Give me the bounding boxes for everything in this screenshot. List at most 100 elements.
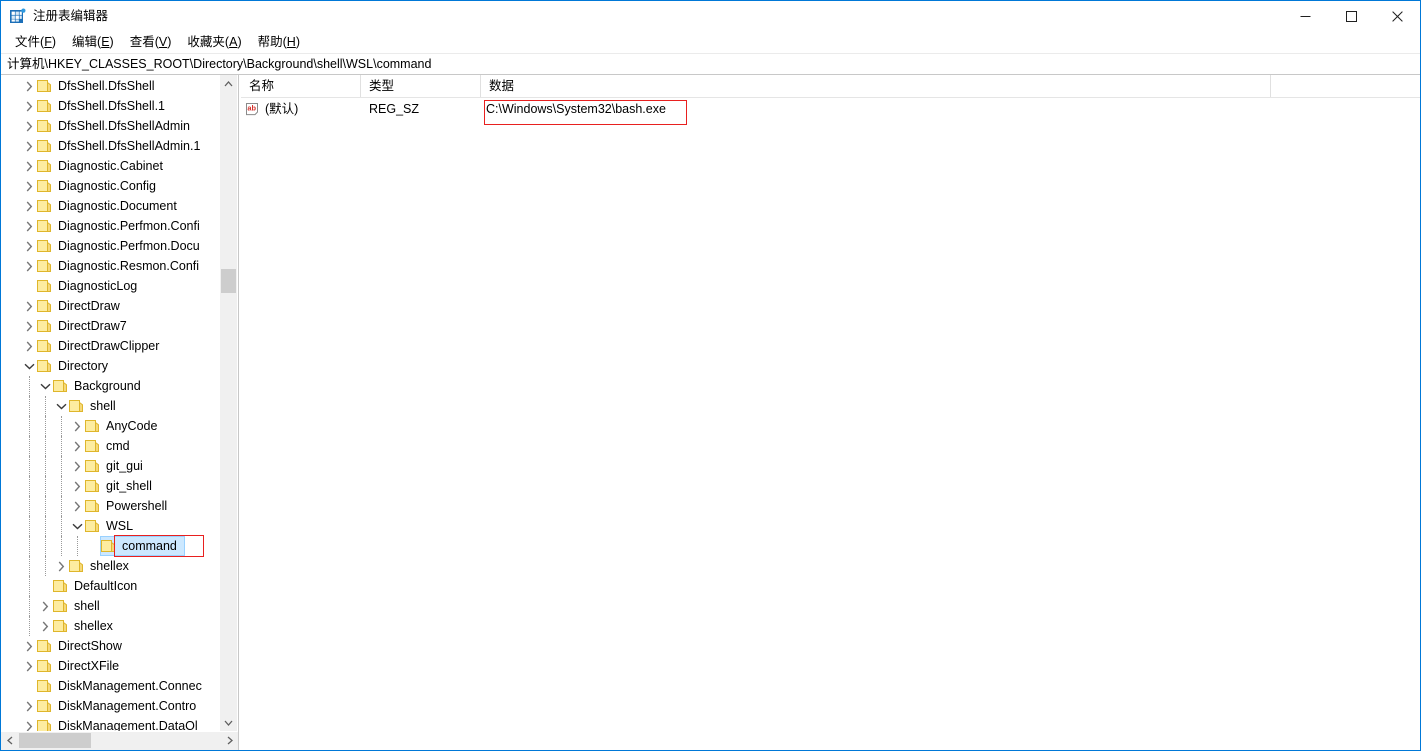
- tree-item-diskmanagement-dataol[interactable]: DiskManagement.DataOl: [1, 716, 219, 731]
- chevron-right-icon[interactable]: [69, 416, 85, 436]
- chevron-right-icon[interactable]: [21, 116, 37, 136]
- tree-item-dfsshell-dfsshelladmin[interactable]: DfsShell.DfsShellAdmin: [1, 116, 219, 136]
- chevron-right-icon[interactable]: [21, 156, 37, 176]
- tree-item-diagnostic-document[interactable]: Diagnostic.Document: [1, 196, 219, 216]
- chevron-right-icon[interactable]: [21, 256, 37, 276]
- chevron-right-icon[interactable]: [53, 556, 69, 576]
- tree-item-shellex[interactable]: shellex: [1, 556, 219, 576]
- tree-item-content: Background: [53, 377, 148, 395]
- tree-item-wsl[interactable]: WSL: [1, 516, 219, 536]
- chevron-right-icon[interactable]: [37, 616, 53, 636]
- tree-item-directxfile[interactable]: DirectXFile: [1, 656, 219, 676]
- tree-item-diagnostic-cabinet[interactable]: Diagnostic.Cabinet: [1, 156, 219, 176]
- tree-item-shellex[interactable]: shellex: [1, 616, 219, 636]
- chevron-right-icon[interactable]: [69, 456, 85, 476]
- chevron-down-icon[interactable]: [37, 376, 53, 396]
- chevron-right-icon[interactable]: [21, 656, 37, 676]
- maximize-icon[interactable]: [1328, 1, 1374, 32]
- chevron-down-icon[interactable]: [21, 356, 37, 376]
- column-header-type[interactable]: 类型: [361, 75, 481, 97]
- tree-item-shell[interactable]: shell: [1, 396, 219, 416]
- chevron-right-icon[interactable]: [21, 296, 37, 316]
- tree-item-content: Diagnostic.Document: [37, 197, 184, 215]
- folder-icon: [37, 139, 53, 153]
- chevron-right-icon[interactable]: [21, 96, 37, 116]
- tree-guide-line: [29, 476, 30, 496]
- tree-item-content: DefaultIcon: [53, 577, 144, 595]
- tree-hscrollbar-thumb[interactable]: [19, 733, 91, 748]
- tree-item-content: shellex: [53, 617, 120, 635]
- tree-scrollbar-thumb[interactable]: [221, 269, 236, 293]
- chevron-right-icon[interactable]: [21, 216, 37, 236]
- chevron-right-icon[interactable]: [21, 76, 37, 96]
- chevron-right-icon[interactable]: [21, 176, 37, 196]
- chevron-right-icon[interactable]: [21, 716, 37, 731]
- tree-item-background[interactable]: Background: [1, 376, 219, 396]
- tree-item-directory[interactable]: Directory: [1, 356, 219, 376]
- column-header-filler: [1271, 75, 1420, 97]
- tree-item-label: Diagnostic.Cabinet: [58, 159, 163, 173]
- scroll-down-icon[interactable]: [220, 714, 237, 731]
- menu-item-edit[interactable]: 编辑(E): [64, 32, 122, 53]
- tree-vertical-scrollbar[interactable]: [220, 75, 237, 731]
- tree-item-diagnostic-perfmon-docu[interactable]: Diagnostic.Perfmon.Docu: [1, 236, 219, 256]
- tree-item-powershell[interactable]: Powershell: [1, 496, 219, 516]
- tree-item-defaulticon[interactable]: DefaultIcon: [1, 576, 219, 596]
- chevron-right-icon[interactable]: [37, 596, 53, 616]
- tree-horizontal-scrollbar[interactable]: [1, 731, 238, 750]
- tree-item-git-shell[interactable]: git_shell: [1, 476, 219, 496]
- menu-item-favorites[interactable]: 收藏夹(A): [179, 32, 249, 53]
- scroll-up-icon[interactable]: [220, 75, 237, 92]
- menu-item-view[interactable]: 查看(V): [122, 32, 180, 53]
- tree-item-content: DfsShell.DfsShellAdmin: [37, 117, 197, 135]
- menu-item-file[interactable]: 文件(F): [7, 32, 64, 53]
- chevron-right-icon[interactable]: [21, 636, 37, 656]
- menu-item-edit-mnemonic: E: [101, 35, 110, 49]
- tree-guide-line: [61, 416, 62, 436]
- value-row[interactable]: ab (默认) REG_SZ C:\Windows\System32\bash.exe: [241, 98, 1420, 120]
- column-header-data[interactable]: 数据: [481, 75, 1271, 97]
- close-icon[interactable]: [1374, 1, 1420, 32]
- chevron-right-icon[interactable]: [21, 696, 37, 716]
- address-bar[interactable]: 计算机\HKEY_CLASSES_ROOT\Directory\Backgrou…: [1, 53, 1420, 75]
- chevron-right-icon[interactable]: [21, 336, 37, 356]
- tree-item-git-gui[interactable]: git_gui: [1, 456, 219, 476]
- tree-item-dfsshell-dfsshell-1[interactable]: DfsShell.DfsShell.1: [1, 96, 219, 116]
- tree-item-diagnosticlog[interactable]: DiagnosticLog: [1, 276, 219, 296]
- tree-item-shell[interactable]: shell: [1, 596, 219, 616]
- tree-item-dfsshell-dfsshelladmin-1[interactable]: DfsShell.DfsShellAdmin.1: [1, 136, 219, 156]
- chevron-right-icon[interactable]: [69, 436, 85, 456]
- menu-item-help[interactable]: 帮助(H): [250, 32, 308, 53]
- chevron-right-icon[interactable]: [21, 136, 37, 156]
- tree-item-dfsshell-dfsshell[interactable]: DfsShell.DfsShell: [1, 76, 219, 96]
- value-type-cell: REG_SZ: [361, 99, 481, 119]
- chevron-down-icon[interactable]: [69, 516, 85, 536]
- tree-item-diagnostic-resmon-confi[interactable]: Diagnostic.Resmon.Confi: [1, 256, 219, 276]
- scroll-left-icon[interactable]: [1, 732, 18, 749]
- tree-guide-line: [29, 576, 30, 596]
- tree-item-directdraw[interactable]: DirectDraw: [1, 296, 219, 316]
- tree-item-diskmanagement-connec[interactable]: DiskManagement.Connec: [1, 676, 219, 696]
- minimize-icon[interactable]: [1282, 1, 1328, 32]
- tree-item-diagnostic-perfmon-confi[interactable]: Diagnostic.Perfmon.Confi: [1, 216, 219, 236]
- tree-item-diskmanagement-contro[interactable]: DiskManagement.Contro: [1, 696, 219, 716]
- tree-item-directdrawclipper[interactable]: DirectDrawClipper: [1, 336, 219, 356]
- tree-item-directdraw7[interactable]: DirectDraw7: [1, 316, 219, 336]
- tree-item-anycode[interactable]: AnyCode: [1, 416, 219, 436]
- tree-item-cmd[interactable]: cmd: [1, 436, 219, 456]
- chevron-right-icon[interactable]: [21, 316, 37, 336]
- tree-item-content: Diagnostic.Config: [37, 177, 163, 195]
- tree-item-directshow[interactable]: DirectShow: [1, 636, 219, 656]
- column-header-name[interactable]: 名称: [241, 75, 361, 97]
- chevron-down-icon[interactable]: [53, 396, 69, 416]
- tree-guide-line: [45, 496, 46, 516]
- scroll-right-icon[interactable]: [221, 732, 238, 749]
- folder-icon: [37, 699, 53, 713]
- chevron-right-icon[interactable]: [21, 196, 37, 216]
- tree-item-command[interactable]: command: [1, 536, 219, 556]
- tree-item-diagnostic-config[interactable]: Diagnostic.Config: [1, 176, 219, 196]
- tree-item-label: Diagnostic.Config: [58, 179, 156, 193]
- chevron-right-icon[interactable]: [21, 236, 37, 256]
- chevron-right-icon[interactable]: [69, 476, 85, 496]
- chevron-right-icon[interactable]: [69, 496, 85, 516]
